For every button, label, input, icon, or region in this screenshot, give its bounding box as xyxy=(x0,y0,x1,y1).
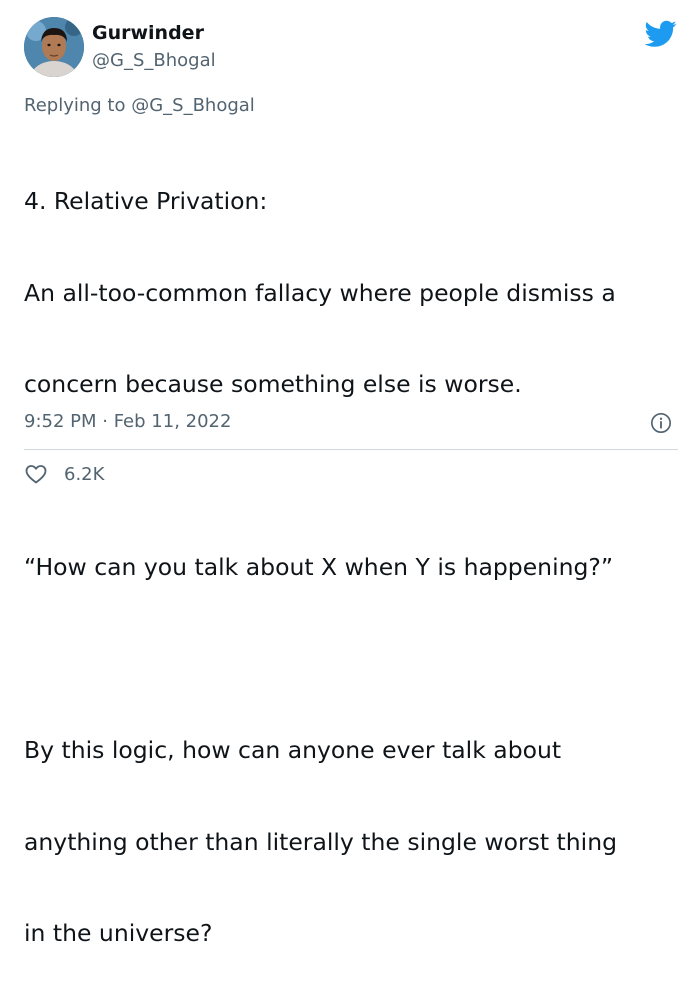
replying-prefix: Replying to xyxy=(24,95,132,116)
reply-mention-link[interactable]: @G_S_Bhogal xyxy=(131,95,255,116)
twitter-bird-icon[interactable] xyxy=(645,20,677,48)
tweet-body: 4. Relative Privation: An all-too-common… xyxy=(24,125,684,1004)
tweet-card: Gurwinder @G_S_Bhogal Replying to @G_S_B… xyxy=(0,0,700,947)
avatar-image xyxy=(24,17,84,77)
tweet-line: in the universe? xyxy=(24,919,213,947)
divider xyxy=(24,449,678,450)
info-icon[interactable] xyxy=(650,412,672,434)
tweet-line: concern because something else is worse. xyxy=(24,370,522,398)
replying-to: Replying to @G_S_Bhogal xyxy=(24,95,255,116)
author-display-name[interactable]: Gurwinder xyxy=(92,22,204,44)
author-handle[interactable]: @G_S_Bhogal xyxy=(92,50,216,71)
tweet-line: 4. Relative Privation: xyxy=(24,187,268,215)
like-button[interactable]: 6.2K xyxy=(24,460,104,488)
like-count: 6.2K xyxy=(64,463,105,485)
tweet-line: “How can you talk about X when Y is happ… xyxy=(24,553,614,581)
tweet-timestamp[interactable]: 9:52 PM · Feb 11, 2022 xyxy=(24,411,231,432)
tweet-line: anything other than literally the single… xyxy=(24,827,618,856)
tweet-line: By this logic, how can anyone ever talk … xyxy=(24,736,562,764)
avatar[interactable] xyxy=(24,17,84,77)
tweet-line: An all-too-common fallacy where people d… xyxy=(24,278,616,307)
heart-icon xyxy=(25,465,47,484)
